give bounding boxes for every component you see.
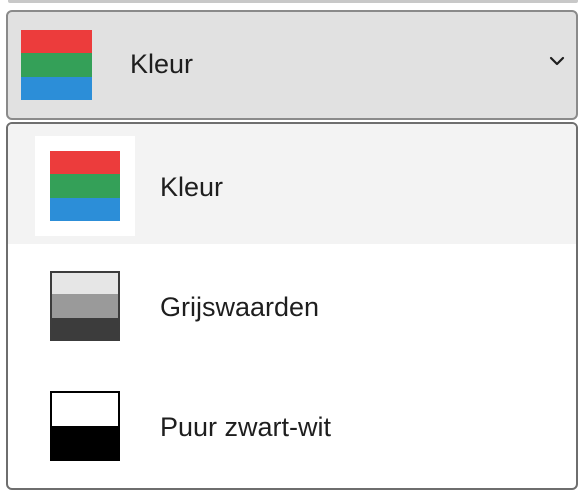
grayscale-mode-icon — [50, 271, 120, 341]
color-mode-icon — [21, 30, 92, 100]
color-mode-icon — [50, 151, 120, 221]
black-white-mode-icon — [50, 391, 120, 461]
option-puur-zwart-wit[interactable]: Puur zwart-wit — [8, 364, 576, 484]
chevron-down-icon[interactable] — [546, 50, 568, 72]
option-grijswaarden[interactable]: Grijswaarden — [8, 244, 576, 364]
option-label: Puur zwart-wit — [160, 412, 332, 442]
option-kleur[interactable]: Kleur — [8, 124, 576, 244]
selected-value-label: Kleur — [130, 49, 194, 79]
color-mode-dropdown-list: Kleur Grijswaarden Puur zwart-wit — [6, 122, 578, 490]
option-label: Grijswaarden — [160, 292, 320, 322]
color-mode-select[interactable]: Kleur — [6, 10, 578, 120]
option-label: Kleur — [160, 172, 224, 202]
previous-control-edge — [8, 0, 578, 3]
